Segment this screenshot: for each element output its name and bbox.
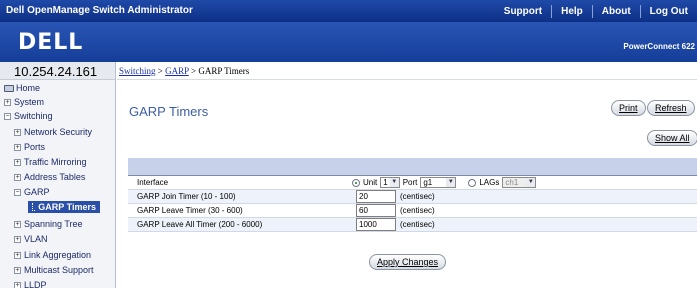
expand-icon[interactable]: + bbox=[4, 98, 11, 106]
leave-timer-input[interactable]: 60 bbox=[356, 204, 396, 217]
sidebar-item-label: Home bbox=[16, 83, 41, 93]
unit-radio[interactable] bbox=[352, 178, 360, 187]
sidebar-item-label: Multicast Support bbox=[24, 265, 94, 275]
breadcrumb-current: GARP Timers bbox=[198, 66, 250, 76]
expand-icon[interactable]: + bbox=[14, 158, 21, 166]
lags-label: LAGs bbox=[479, 178, 500, 187]
app-title: Dell OpenManage Switch Administrator bbox=[6, 5, 193, 16]
table-header-bar bbox=[128, 158, 697, 175]
product-name: PowerConnect 622 bbox=[623, 42, 695, 51]
about-link[interactable]: About bbox=[591, 4, 640, 18]
lags-select-value: ch1 bbox=[505, 178, 519, 187]
home-icon bbox=[4, 84, 14, 92]
chevron-down-icon: ▼ bbox=[389, 178, 399, 187]
join-timer-input[interactable]: 20 bbox=[356, 190, 396, 203]
sidebar-item-label: LLDP bbox=[24, 280, 47, 288]
ip-address: 10.254.24.161 bbox=[14, 64, 98, 79]
sidebar-item-spanning-tree[interactable]: + Spanning Tree bbox=[14, 219, 83, 229]
expand-icon[interactable]: + bbox=[14, 281, 21, 288]
port-label: Port bbox=[402, 178, 418, 187]
sidebar-item-network-security[interactable]: + Network Security bbox=[14, 127, 92, 137]
breadcrumb-garp-link[interactable]: GARP bbox=[165, 66, 189, 76]
support-link[interactable]: Support bbox=[495, 5, 551, 18]
sidebar-item-label: GARP Timers bbox=[38, 202, 96, 212]
top-bar: Dell OpenManage Switch Administrator Sup… bbox=[0, 0, 697, 22]
sidebar-item-label: Spanning Tree bbox=[24, 219, 83, 229]
join-timer-unit: (centisec) bbox=[400, 192, 435, 201]
interface-controls: Unit 1 ▼ Port g1 ▼ LAGs ch1 ▼ bbox=[352, 177, 537, 188]
logout-link[interactable]: Log Out bbox=[639, 4, 697, 18]
sidebar-item-vlan[interactable]: + VLAN bbox=[14, 234, 48, 244]
sidebar-item-link-aggregation[interactable]: + Link Aggregation bbox=[14, 250, 91, 260]
expand-icon[interactable]: + bbox=[14, 173, 21, 181]
collapse-icon[interactable]: − bbox=[4, 112, 11, 120]
expand-icon[interactable]: + bbox=[14, 266, 21, 274]
dell-logo: DELL bbox=[18, 30, 84, 55]
refresh-button[interactable]: Refresh bbox=[647, 100, 695, 116]
tree-branch-icon bbox=[32, 203, 36, 211]
sidebar-item-label: GARP bbox=[24, 187, 50, 197]
expand-icon[interactable]: + bbox=[14, 251, 21, 259]
sidebar-item-system[interactable]: + System bbox=[4, 97, 44, 107]
lags-radio[interactable] bbox=[468, 178, 477, 187]
breadcrumb: Switching > GARP > GARP Timers bbox=[119, 66, 249, 76]
sidebar-item-garp[interactable]: − GARP bbox=[14, 187, 50, 197]
table-row: GARP Leave Timer (30 - 600) 60 (centisec… bbox=[128, 204, 697, 218]
unit-select[interactable]: 1 ▼ bbox=[380, 177, 400, 188]
sidebar-item-label: Switching bbox=[14, 111, 53, 121]
leave-timer-unit: (centisec) bbox=[400, 206, 435, 215]
print-button[interactable]: Print bbox=[611, 100, 646, 116]
apply-changes-button[interactable]: Apply Changes bbox=[369, 254, 447, 270]
top-links: Support Help About Log Out bbox=[495, 0, 697, 22]
expand-icon[interactable]: + bbox=[14, 235, 21, 243]
leave-all-timer-label: GARP Leave All Timer (200 - 6000) bbox=[137, 220, 263, 229]
table-row: GARP Join Timer (10 - 100) 20 (centisec) bbox=[128, 190, 697, 204]
collapse-icon[interactable]: − bbox=[14, 188, 21, 196]
sidebar-item-label: VLAN bbox=[24, 234, 48, 244]
port-select-value: g1 bbox=[423, 178, 433, 187]
ip-address-panel: 10.254.24.161 bbox=[0, 62, 116, 80]
sidebar-item-ports[interactable]: + Ports bbox=[14, 142, 45, 152]
brand-bar: DELL PowerConnect 622 bbox=[0, 22, 697, 62]
sidebar-item-address-tables[interactable]: + Address Tables bbox=[14, 172, 85, 182]
chevron-down-icon: ▼ bbox=[526, 178, 536, 187]
join-timer-label: GARP Join Timer (10 - 100) bbox=[137, 192, 236, 201]
expand-icon[interactable]: + bbox=[14, 220, 21, 228]
expand-icon[interactable]: + bbox=[14, 128, 21, 136]
sidebar: Home + System − Switching + Network Secu… bbox=[0, 80, 116, 288]
leave-timer-label: GARP Leave Timer (30 - 600) bbox=[137, 206, 243, 215]
sidebar-item-switching[interactable]: − Switching bbox=[4, 111, 53, 121]
sidebar-item-label: Traffic Mirroring bbox=[24, 157, 87, 167]
show-all-button[interactable]: Show All bbox=[647, 130, 697, 146]
breadcrumb-separator: > bbox=[157, 66, 163, 76]
sidebar-item-label: System bbox=[14, 97, 45, 107]
sidebar-item-traffic-mirroring[interactable]: + Traffic Mirroring bbox=[14, 157, 87, 167]
main-content: GARP Timers Print Refresh Show All Inter… bbox=[117, 81, 697, 288]
unit-select-value: 1 bbox=[383, 178, 388, 187]
lags-select[interactable]: ch1 ▼ bbox=[502, 177, 537, 188]
leave-all-timer-input[interactable]: 1000 bbox=[356, 218, 396, 231]
sidebar-item-label: Network Security bbox=[24, 127, 93, 137]
chevron-down-icon: ▼ bbox=[446, 178, 456, 187]
help-link[interactable]: Help bbox=[551, 4, 592, 18]
sidebar-item-garp-timers[interactable]: GARP Timers bbox=[28, 201, 100, 213]
port-select[interactable]: g1 ▼ bbox=[420, 177, 457, 188]
breadcrumb-separator: > bbox=[191, 66, 197, 76]
page-title: GARP Timers bbox=[129, 104, 209, 119]
timers-table: Interface Unit 1 ▼ Port g1 ▼ LAGs ch1 ▼ GAR… bbox=[128, 175, 697, 232]
sidebar-item-multicast-support[interactable]: + Multicast Support bbox=[14, 265, 94, 275]
table-row: GARP Leave All Timer (200 - 6000) 1000 (… bbox=[128, 218, 697, 232]
leave-all-timer-unit: (centisec) bbox=[400, 220, 435, 229]
interface-row: Interface Unit 1 ▼ Port g1 ▼ LAGs ch1 ▼ bbox=[128, 176, 697, 190]
unit-label: Unit bbox=[363, 178, 378, 187]
sidebar-item-home[interactable]: Home bbox=[4, 83, 40, 93]
breadcrumb-bar: Switching > GARP > GARP Timers bbox=[117, 62, 697, 80]
sidebar-item-lldp[interactable]: + LLDP bbox=[14, 280, 47, 288]
sidebar-item-label: Address Tables bbox=[24, 172, 86, 182]
breadcrumb-switching-link[interactable]: Switching bbox=[119, 66, 156, 76]
expand-icon[interactable]: + bbox=[14, 143, 21, 151]
sidebar-item-label: Ports bbox=[24, 142, 46, 152]
sidebar-item-label: Link Aggregation bbox=[24, 250, 92, 260]
interface-label: Interface bbox=[137, 178, 169, 187]
